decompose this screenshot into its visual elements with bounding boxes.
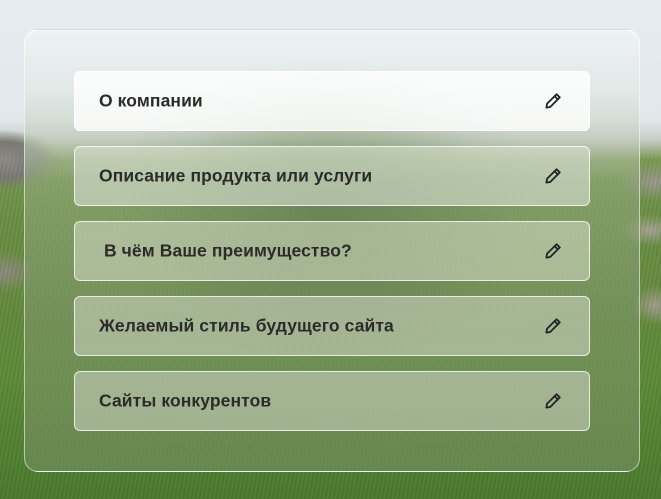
pencil-icon[interactable] <box>543 316 563 336</box>
section-item-advantages[interactable]: В чём Ваше преимущество? <box>74 221 590 281</box>
section-label: Сайты конкурентов <box>99 390 272 411</box>
section-item-about-company[interactable]: О компании <box>74 71 590 131</box>
pencil-icon[interactable] <box>543 241 563 261</box>
section-item-product-description[interactable]: Описание продукта или услуги <box>74 146 590 206</box>
section-list: О компании Описание продукта или услуги … <box>74 71 590 446</box>
pencil-icon[interactable] <box>543 391 563 411</box>
pencil-icon[interactable] <box>543 166 563 186</box>
section-label: Желаемый стиль будущего сайта <box>99 315 394 336</box>
section-item-competitor-sites[interactable]: Сайты конкурентов <box>74 371 590 431</box>
section-label: О компании <box>99 90 203 111</box>
section-label: Описание продукта или услуги <box>99 165 373 186</box>
section-label: В чём Ваше преимущество? <box>99 240 352 261</box>
section-item-site-style[interactable]: Желаемый стиль будущего сайта <box>74 296 590 356</box>
pencil-icon[interactable] <box>543 91 563 111</box>
glass-panel: О компании Описание продукта или услуги … <box>24 29 640 472</box>
